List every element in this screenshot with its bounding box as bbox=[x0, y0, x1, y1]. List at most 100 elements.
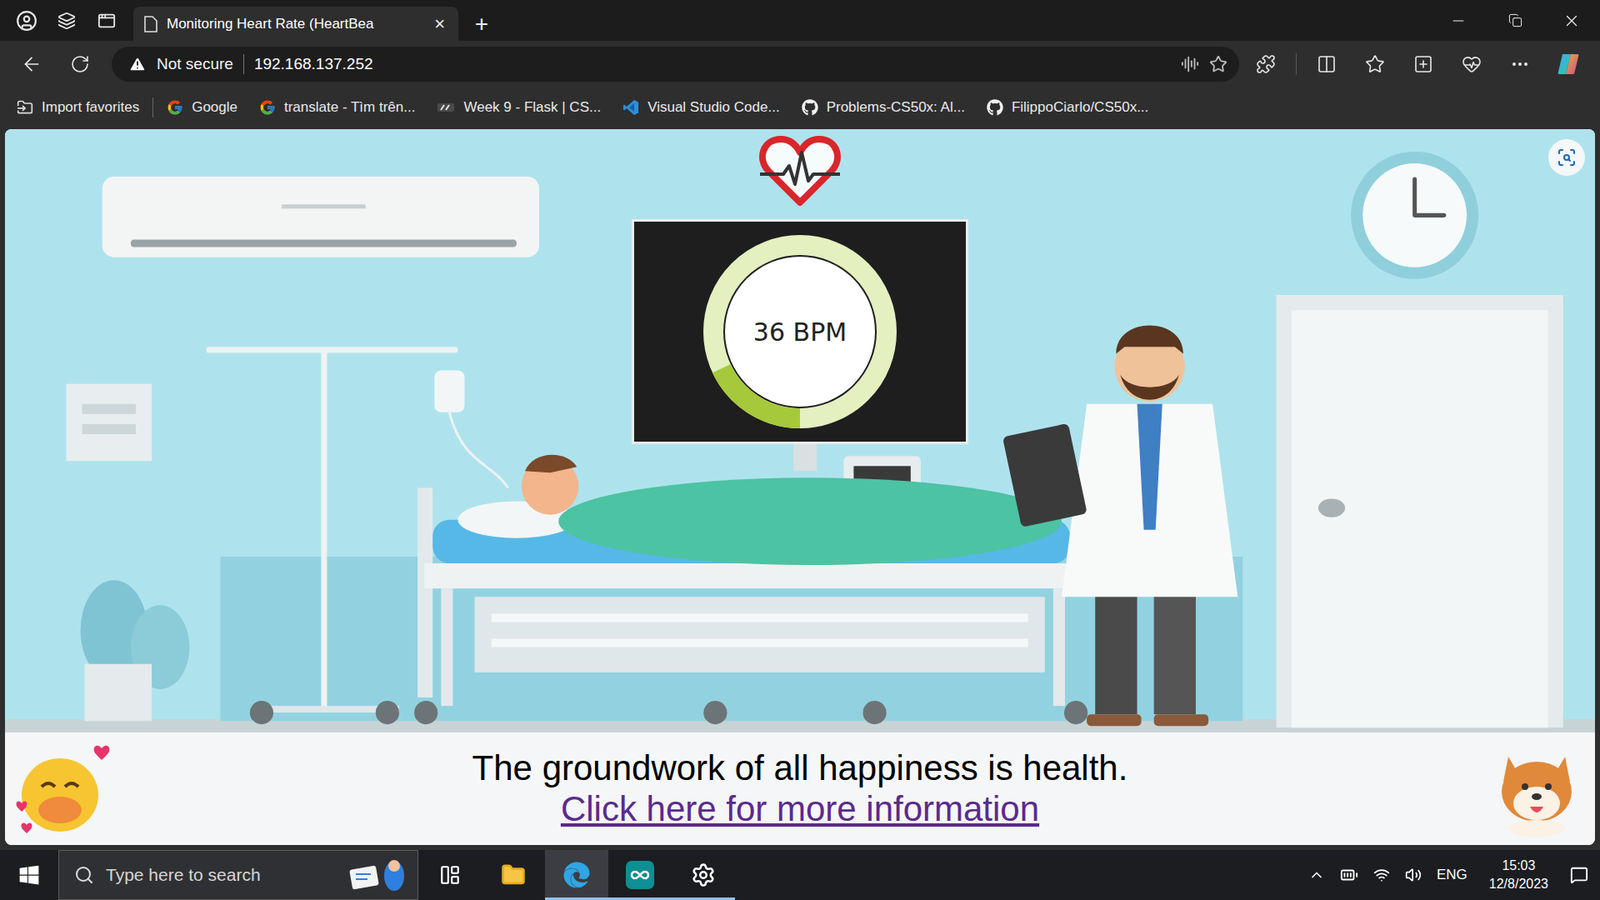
chevron-up-icon[interactable] bbox=[1308, 866, 1325, 884]
windows-logo-icon bbox=[18, 864, 40, 886]
tab-title: Monitoring Heart Rate (HeartBea bbox=[166, 15, 423, 33]
favorite-item[interactable]: Visual Studio Code... bbox=[622, 99, 780, 116]
github-icon bbox=[801, 99, 819, 116]
notifications-icon[interactable] bbox=[1570, 865, 1589, 885]
desktop-screen: Monitoring Heart Rate (HeartBea × + Not sec… bbox=[0, 0, 1600, 900]
file-explorer-icon bbox=[500, 862, 526, 888]
taskbar-app[interactable] bbox=[608, 850, 672, 900]
vscode-icon bbox=[622, 99, 640, 116]
tab-actions-icon bbox=[97, 11, 116, 30]
browser-toolbar: Not secure 192.168.137.252 bbox=[0, 40, 1600, 87]
arduino-icon bbox=[625, 860, 655, 890]
start-button[interactable] bbox=[0, 850, 59, 900]
language-indicator[interactable]: ENG bbox=[1436, 866, 1468, 884]
import-favorites-icon bbox=[16, 99, 34, 116]
warning-icon bbox=[128, 55, 147, 74]
back-arrow-icon bbox=[20, 53, 43, 75]
profile-button[interactable] bbox=[6, 0, 47, 41]
address-text[interactable]: 192.168.137.252 bbox=[254, 55, 374, 74]
browser-essentials-button[interactable] bbox=[1450, 45, 1494, 83]
web-page: 36 BPM The groundwork of all happiness is… bbox=[5, 129, 1595, 845]
minimize-icon bbox=[1450, 12, 1467, 30]
visual-search-button[interactable] bbox=[1548, 139, 1585, 176]
search-highlight-icon bbox=[345, 855, 410, 895]
taskbar-clock[interactable]: 15:0312/8/2023 bbox=[1482, 858, 1555, 892]
minimize-button[interactable] bbox=[1430, 0, 1487, 41]
github-icon bbox=[986, 99, 1004, 116]
system-tray: ENG 15:0312/8/2023 bbox=[1308, 850, 1600, 900]
favorite-item[interactable]: Problems-CS50x: Al... bbox=[801, 99, 965, 116]
tab-actions-button[interactable] bbox=[86, 0, 127, 41]
read-aloud-icon[interactable] bbox=[1180, 55, 1200, 74]
page-frame: 36 BPM The groundwork of all happiness is… bbox=[0, 127, 1600, 850]
favorite-item[interactable]: Import favorites bbox=[16, 99, 140, 116]
footer-message: The groundwork of all happiness is healt… bbox=[472, 749, 1129, 828]
favorite-item[interactable]: FilippoCiarlo/CS50x... bbox=[986, 99, 1149, 116]
health-quote: The groundwork of all happiness is healt… bbox=[472, 749, 1129, 788]
taskbar-app[interactable] bbox=[545, 850, 609, 900]
workspaces-button[interactable] bbox=[46, 0, 87, 41]
task-view-icon bbox=[439, 864, 461, 886]
visual-search-icon bbox=[1556, 147, 1577, 168]
heart-logo-icon bbox=[758, 132, 842, 208]
bpm-gauge: 36 BPM bbox=[701, 233, 899, 430]
bpm-reading: 36 BPM bbox=[753, 317, 847, 347]
edx-icon bbox=[436, 99, 455, 116]
search-icon bbox=[74, 865, 95, 885]
reload-button[interactable] bbox=[58, 45, 102, 83]
collections-icon bbox=[1413, 54, 1434, 75]
taskbar-app[interactable] bbox=[481, 850, 545, 900]
favorite-star-icon[interactable] bbox=[1209, 55, 1228, 74]
address-bar[interactable]: Not secure 192.168.137.252 bbox=[111, 46, 1240, 82]
windows-taskbar: Type here to search ENG 15:0312/8/2023 bbox=[0, 850, 1600, 900]
restore-icon bbox=[1508, 13, 1523, 28]
favorite-item[interactable]: Google bbox=[166, 99, 238, 116]
dog-sticker-icon bbox=[1483, 740, 1590, 839]
edge-icon bbox=[563, 861, 590, 889]
duck-sticker-icon bbox=[10, 740, 117, 839]
taskbar-app[interactable] bbox=[418, 850, 482, 900]
close-window-button[interactable] bbox=[1543, 0, 1600, 41]
search-placeholder: Type here to search bbox=[105, 865, 335, 885]
more-information-link[interactable]: Click here for more information bbox=[560, 790, 1040, 829]
back-button[interactable] bbox=[10, 45, 54, 83]
restore-button[interactable] bbox=[1486, 0, 1544, 41]
google-icon bbox=[259, 99, 276, 116]
address-divider bbox=[243, 54, 245, 75]
favorite-item[interactable]: Week 9 - Flask | CS... bbox=[436, 99, 601, 116]
ellipsis-icon bbox=[1510, 54, 1530, 75]
google-icon bbox=[166, 99, 184, 116]
copilot-icon bbox=[1555, 51, 1581, 77]
settings-icon bbox=[690, 862, 716, 888]
split-screen-button[interactable] bbox=[1305, 45, 1349, 83]
copilot-button[interactable] bbox=[1546, 45, 1590, 83]
favorites-button[interactable] bbox=[1353, 45, 1397, 83]
battery-icon[interactable] bbox=[1340, 865, 1359, 885]
heart-pulse-icon bbox=[1461, 54, 1482, 75]
profile-icon bbox=[15, 10, 38, 32]
heart-rate-monitor: 36 BPM bbox=[631, 219, 969, 445]
taskbar-search[interactable]: Type here to search bbox=[58, 850, 419, 900]
tab-close-button[interactable]: × bbox=[430, 15, 449, 34]
browser-title-bar: Monitoring Heart Rate (HeartBea × + bbox=[0, 0, 1600, 41]
network-icon[interactable] bbox=[1373, 866, 1390, 884]
collections-button[interactable] bbox=[1401, 45, 1445, 83]
close-icon bbox=[1562, 11, 1581, 30]
hospital-scene: 36 BPM bbox=[5, 129, 1595, 733]
new-tab-button[interactable]: + bbox=[463, 6, 500, 41]
more-button[interactable] bbox=[1498, 45, 1542, 83]
security-label[interactable]: Not secure bbox=[156, 55, 234, 74]
taskbar-app[interactable] bbox=[671, 850, 735, 900]
reload-icon bbox=[70, 54, 90, 75]
browser-tab[interactable]: Monitoring Heart Rate (HeartBea × bbox=[133, 6, 459, 41]
workspaces-icon bbox=[57, 11, 76, 30]
favorite-item[interactable]: translate - Tìm trên... bbox=[259, 99, 415, 116]
extensions-button[interactable] bbox=[1244, 45, 1288, 83]
page-icon bbox=[143, 15, 159, 33]
page-footer: The groundwork of all happiness is healt… bbox=[5, 732, 1595, 845]
toolbar-divider bbox=[1295, 53, 1297, 75]
favorites-divider bbox=[152, 97, 154, 118]
volume-icon[interactable] bbox=[1405, 866, 1422, 884]
puzzle-icon bbox=[1255, 54, 1276, 75]
favorites-bar: Import favorites Google translate - Tìm tr… bbox=[0, 86, 1600, 128]
